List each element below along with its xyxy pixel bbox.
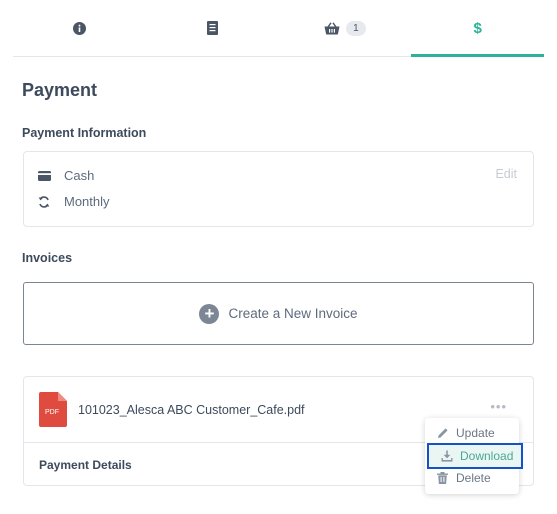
basket-icon [324,21,340,35]
tab-bar: 1 $ [13,0,544,57]
delete-label: Delete [456,471,491,485]
credit-card-icon [38,170,52,181]
payment-information-heading: Payment Information [22,126,147,140]
menu-item-download[interactable]: Download [427,443,523,469]
download-icon [441,450,454,462]
dollar-icon: $ [473,19,482,37]
tab-receipt[interactable] [146,0,279,56]
menu-item-delete[interactable]: Delete [425,467,519,489]
refresh-icon [38,195,52,208]
tab-payment[interactable]: $ [411,0,544,57]
receipt-icon [206,21,218,35]
invoice-file-name: 101023_Alesca ABC Customer_Cafe.pdf [78,403,305,417]
payment-frequency-label: Monthly [64,194,110,209]
plus-circle-icon: + [199,303,220,324]
trash-icon [437,472,450,484]
payment-info-card: Cash Monthly Edit [23,151,534,227]
payment-method-row: Cash [38,168,94,183]
create-invoice-button[interactable]: + Create a New Invoice [23,282,534,345]
tab-basket[interactable]: 1 [279,0,412,56]
payment-frequency-row: Monthly [38,194,110,209]
update-label: Update [456,426,495,440]
invoice-context-menu: Update Download Delete [425,418,523,494]
edit-payment-link[interactable]: Edit [495,167,517,181]
create-invoice-label: Create a New Invoice [228,306,358,321]
payment-method-label: Cash [64,168,95,183]
page-title: Payment [22,80,98,100]
payment-details-label[interactable]: Payment Details [39,458,132,472]
menu-item-update[interactable]: Update [425,422,519,444]
invoices-heading: Invoices [22,251,73,265]
pdf-file-icon: PDF [39,392,67,427]
pencil-icon [437,427,450,439]
more-options-icon[interactable]: ••• [490,399,507,414]
info-icon [72,21,86,35]
cart-count-badge: 1 [346,20,366,36]
tab-info[interactable] [13,0,146,56]
download-label: Download [460,449,514,463]
pdf-icon-text: PDF [45,409,59,416]
